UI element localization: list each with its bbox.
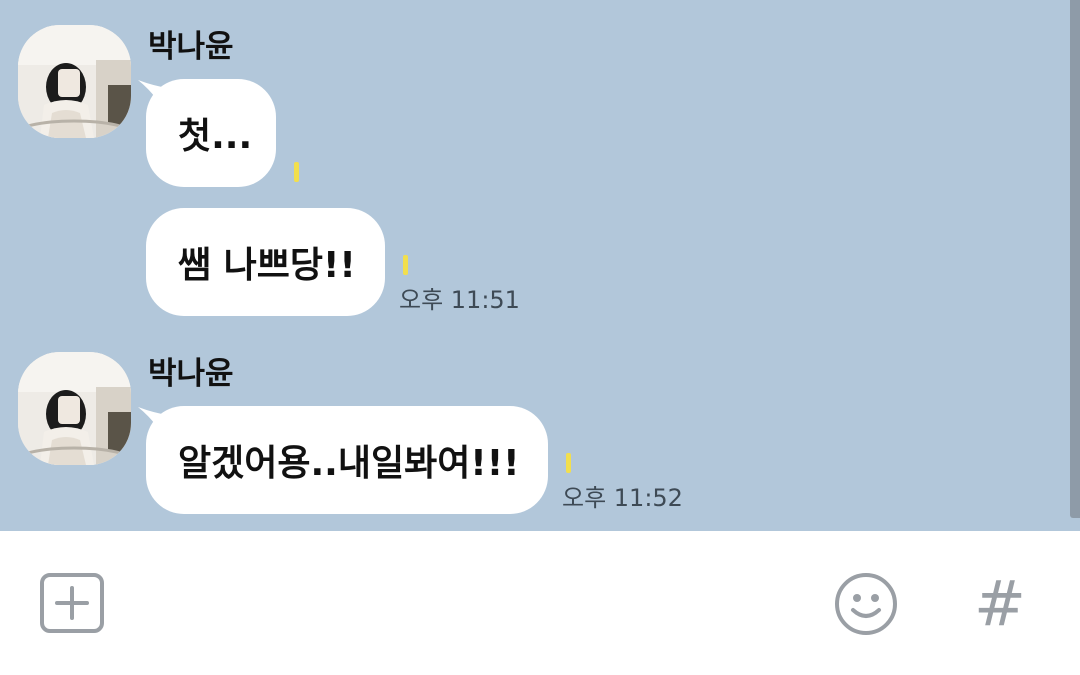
plus-square-icon — [40, 573, 104, 633]
message-bubble[interactable]: 첫... — [146, 79, 276, 187]
message-text: 첫... — [178, 116, 253, 157]
sender-name: 박나윤 — [148, 356, 234, 392]
sender-avatar[interactable] — [18, 352, 131, 465]
unread-count-indicator — [566, 453, 571, 473]
unread-count-indicator — [403, 255, 408, 275]
message-input-bar: # — [0, 531, 1080, 675]
message-timestamp: 오후 11:51 — [399, 286, 520, 314]
sender-name: 박나윤 — [148, 29, 234, 65]
add-attachment-button[interactable] — [38, 571, 106, 635]
message-bubble[interactable]: 알겠어용..내일봐여!!! — [146, 406, 548, 514]
message-text: 쌤 나쁘당!! — [178, 245, 356, 286]
unread-count-indicator — [294, 162, 299, 182]
chat-message-area[interactable]: 박나윤 첫... 쌤 나쁘당!! 오후 11:51 박나윤 알겠어용..내일봐여… — [0, 0, 1080, 531]
emoji-button[interactable] — [832, 570, 900, 638]
message-text: 알겠어용..내일봐여!!! — [178, 443, 520, 484]
message-bubble[interactable]: 쌤 나쁘당!! — [146, 208, 385, 316]
scrollbar[interactable] — [1070, 0, 1080, 518]
hashtag-search-button[interactable]: # — [965, 571, 1035, 637]
hash-icon: # — [974, 567, 1026, 640]
smiley-icon — [835, 573, 897, 635]
sender-avatar[interactable] — [18, 25, 131, 138]
message-timestamp: 오후 11:52 — [562, 484, 683, 512]
